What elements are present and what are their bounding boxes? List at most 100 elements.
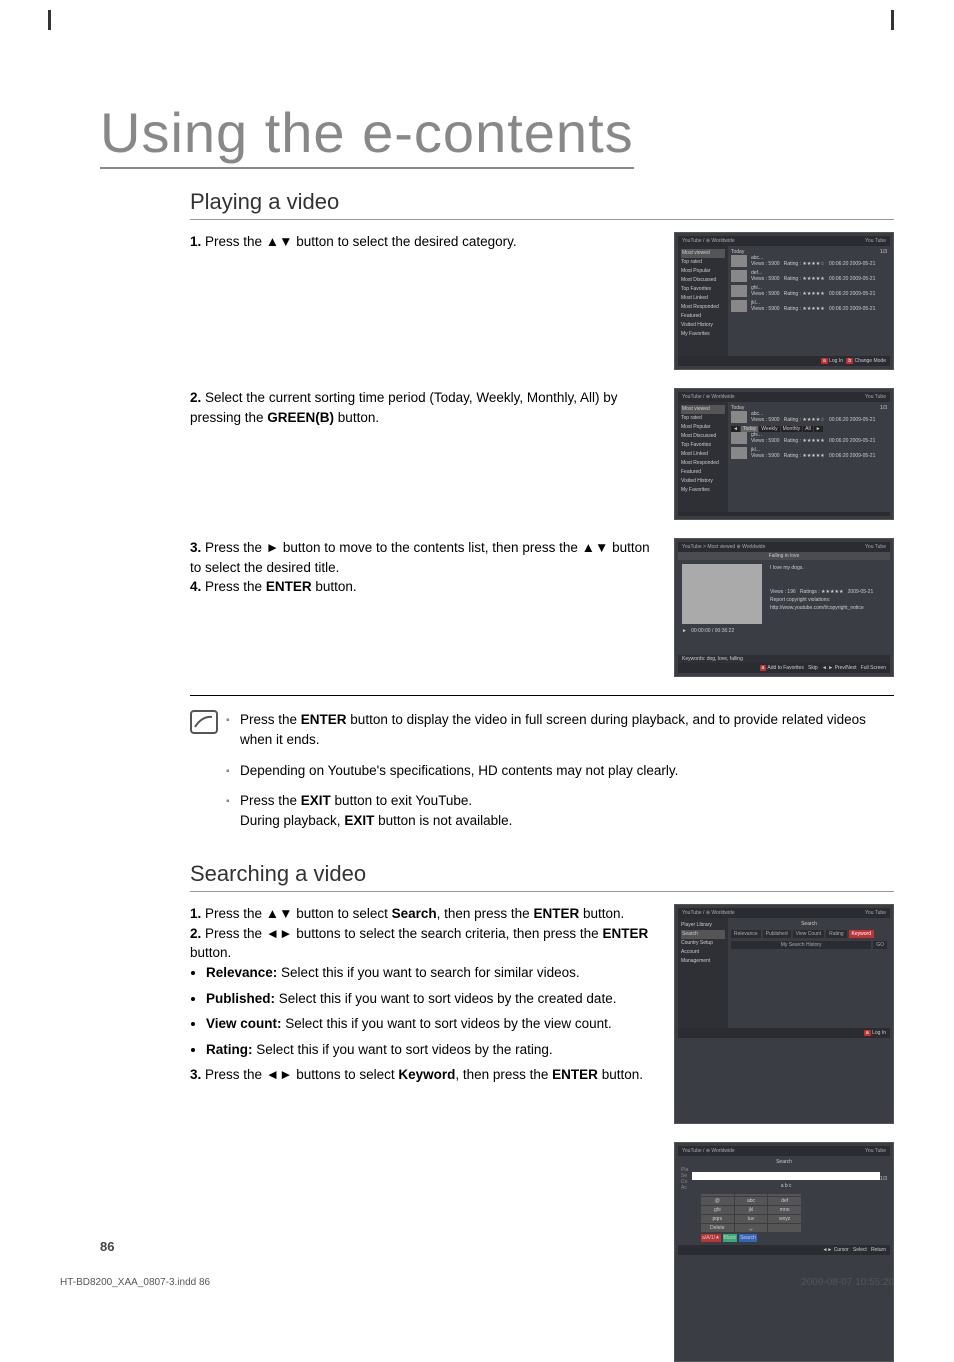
footer-change[interactable]: Change Mode <box>855 358 886 364</box>
key[interactable]: abc <box>735 1197 768 1205</box>
ss-header: YouTube / ⊕ Worldwide You Tube <box>678 908 890 918</box>
screenshot-search-criteria: YouTube / ⊕ Worldwide You Tube Player Li… <box>674 904 894 1124</box>
menu-item[interactable]: Most Discussed <box>681 433 716 439</box>
list-item[interactable]: abc...Views : 5900 Rating : ★★★★☆ 00:06:… <box>731 255 887 267</box>
menu-item[interactable]: Most Popular <box>681 424 710 430</box>
go-button[interactable]: GO <box>873 941 887 949</box>
step-3: 3. Press the ► button to move to the con… <box>190 538 660 577</box>
search-button[interactable]: Search <box>739 1234 757 1242</box>
key[interactable]: @ <box>701 1197 734 1205</box>
play-icon[interactable]: ► <box>682 628 687 634</box>
list-item[interactable]: ghi...Views : 5900 Rating : ★★★★★ 00:06:… <box>731 432 887 444</box>
note-2: Depending on Youtube's specifications, H… <box>226 761 894 781</box>
section-heading-searching: Searching a video <box>190 861 894 892</box>
note3-c: During playback, <box>240 813 344 828</box>
list-item[interactable]: jkl...Views : 5900 Rating : ★★★★★ 00:06:… <box>731 447 887 459</box>
menu-item[interactable]: Most Popular <box>681 268 710 274</box>
ss-logo: You Tube <box>865 544 886 550</box>
tab-published[interactable]: Published <box>763 930 791 938</box>
key[interactable]: mno <box>768 1206 801 1214</box>
menu-item[interactable]: Most Linked <box>681 451 708 457</box>
rel-label: Relevance: <box>206 965 277 980</box>
video-duration: 00:06:20 <box>829 417 848 423</box>
key[interactable] <box>735 1194 768 1196</box>
blank-button[interactable]: Blank <box>723 1234 738 1242</box>
menu-most-viewed[interactable]: Most viewed <box>681 405 725 414</box>
fullscreen-label[interactable]: Full Screen <box>861 665 886 671</box>
add-favorites[interactable]: Add to Favorites <box>767 665 803 671</box>
key[interactable]: pqrs <box>701 1215 734 1223</box>
s1-search: Search <box>392 906 437 921</box>
footer-a-button[interactable]: a <box>760 665 767 671</box>
tab-viewcount[interactable]: View Count <box>793 930 824 938</box>
s1-enter: ENTER <box>533 906 579 921</box>
key[interactable]: wxyz <box>768 1215 801 1223</box>
tab-relevance[interactable]: Relevance <box>731 930 761 938</box>
menu-item[interactable]: Top Favorites <box>681 286 711 292</box>
s2-b: button. <box>190 945 231 960</box>
footer-login[interactable]: Log In <box>829 358 843 364</box>
footer-right: 2009-08-07 10:55:20 <box>801 1277 894 1288</box>
video-frame[interactable] <box>682 564 762 624</box>
menu-item[interactable]: My Favorites <box>681 331 710 337</box>
menu-item[interactable]: Top rated <box>681 415 702 421</box>
menu-item[interactable]: Country Setup <box>681 940 713 946</box>
key[interactable]: jkl <box>735 1206 768 1214</box>
key[interactable]: tuv <box>735 1215 768 1223</box>
menu-item[interactable]: Featured <box>681 313 701 319</box>
list-item[interactable]: jkl...Views : 5900 Rating : ★★★★★ 00:06:… <box>731 300 887 312</box>
ss-left-menu: Most viewed Top rated Most Popular Most … <box>678 402 728 512</box>
menu-item[interactable]: Account Management <box>681 949 710 964</box>
menu-most-viewed[interactable]: Most viewed <box>681 249 725 258</box>
list-item[interactable]: ghi...Views : 5900 Rating : ★★★★★ 00:06:… <box>731 285 887 297</box>
footer-a-button[interactable]: a <box>821 358 828 364</box>
section-heading-playing: Playing a video <box>190 189 894 220</box>
footer-a-button[interactable]: a <box>864 1030 871 1036</box>
tab-rating[interactable]: Rating <box>826 930 846 938</box>
menu-item[interactable]: Visited History <box>681 478 713 484</box>
menu-item[interactable]: Most Discussed <box>681 277 716 283</box>
menu-item[interactable]: My Favorites <box>681 487 710 493</box>
step-4: 4. Press the ENTER button. <box>190 577 660 597</box>
list-item[interactable]: def...Views : 5900 Rating : ★★★★★ 00:06:… <box>731 270 887 282</box>
key[interactable] <box>768 1194 801 1196</box>
step-4-b: button. <box>312 579 357 594</box>
video-rating: Rating : ★★★★☆ <box>784 261 825 267</box>
thumb <box>731 432 747 444</box>
footer-login[interactable]: Log In <box>872 1030 886 1036</box>
video-duration: 00:06:20 <box>829 261 848 267</box>
menu-item[interactable]: Top Favorites <box>681 442 711 448</box>
menu-item[interactable]: Most Linked <box>681 295 708 301</box>
menu-item-search[interactable]: Search <box>681 930 725 939</box>
select-label: Select <box>853 1247 867 1253</box>
ss-footer: a Log In <box>678 1028 890 1038</box>
search-input[interactable] <box>692 1172 880 1180</box>
skip-label[interactable]: Skip <box>808 665 818 671</box>
menu-item[interactable]: Most Responded <box>681 460 719 466</box>
thumb <box>731 255 747 267</box>
step-s1: 1. Press the ▲▼ button to select Search,… <box>190 904 660 924</box>
key-space[interactable]: ␣ <box>735 1224 768 1232</box>
playback-time: 00:00:00 / 00:36:22 <box>691 628 734 634</box>
video-views: Views : 5900 <box>751 306 780 312</box>
menu-item[interactable]: Top rated <box>681 259 702 265</box>
bullet-published: Published: Select this if you want to so… <box>206 989 660 1009</box>
list-item[interactable]: abc...Views : 5900 Rating : ★★★★☆ 00:06:… <box>731 411 887 423</box>
case-button[interactable]: a/A/1/★ <box>701 1234 721 1242</box>
thumb <box>731 447 747 459</box>
my-search-history[interactable]: My Search History <box>731 941 871 949</box>
ss-logo: You Tube <box>865 910 886 916</box>
footer-b-button[interactable]: b <box>846 358 853 364</box>
key[interactable]: ghi <box>701 1206 734 1214</box>
menu-item[interactable]: Visited History <box>681 322 713 328</box>
key[interactable] <box>768 1224 801 1232</box>
key[interactable] <box>701 1194 734 1196</box>
key[interactable]: def <box>768 1197 801 1205</box>
menu-item[interactable]: Most Responded <box>681 304 719 310</box>
prevnext-label[interactable]: ◄ ► Prev/Next <box>822 665 857 671</box>
key-delete[interactable]: Delete <box>701 1224 734 1232</box>
menu-item[interactable]: Featured <box>681 469 701 475</box>
ss-main: Today 1/3 abc...Views : 5900 Rating : ★★… <box>728 402 890 512</box>
menu-item[interactable]: Player Library <box>681 922 712 928</box>
tab-keyword[interactable]: Keyword <box>849 930 874 938</box>
